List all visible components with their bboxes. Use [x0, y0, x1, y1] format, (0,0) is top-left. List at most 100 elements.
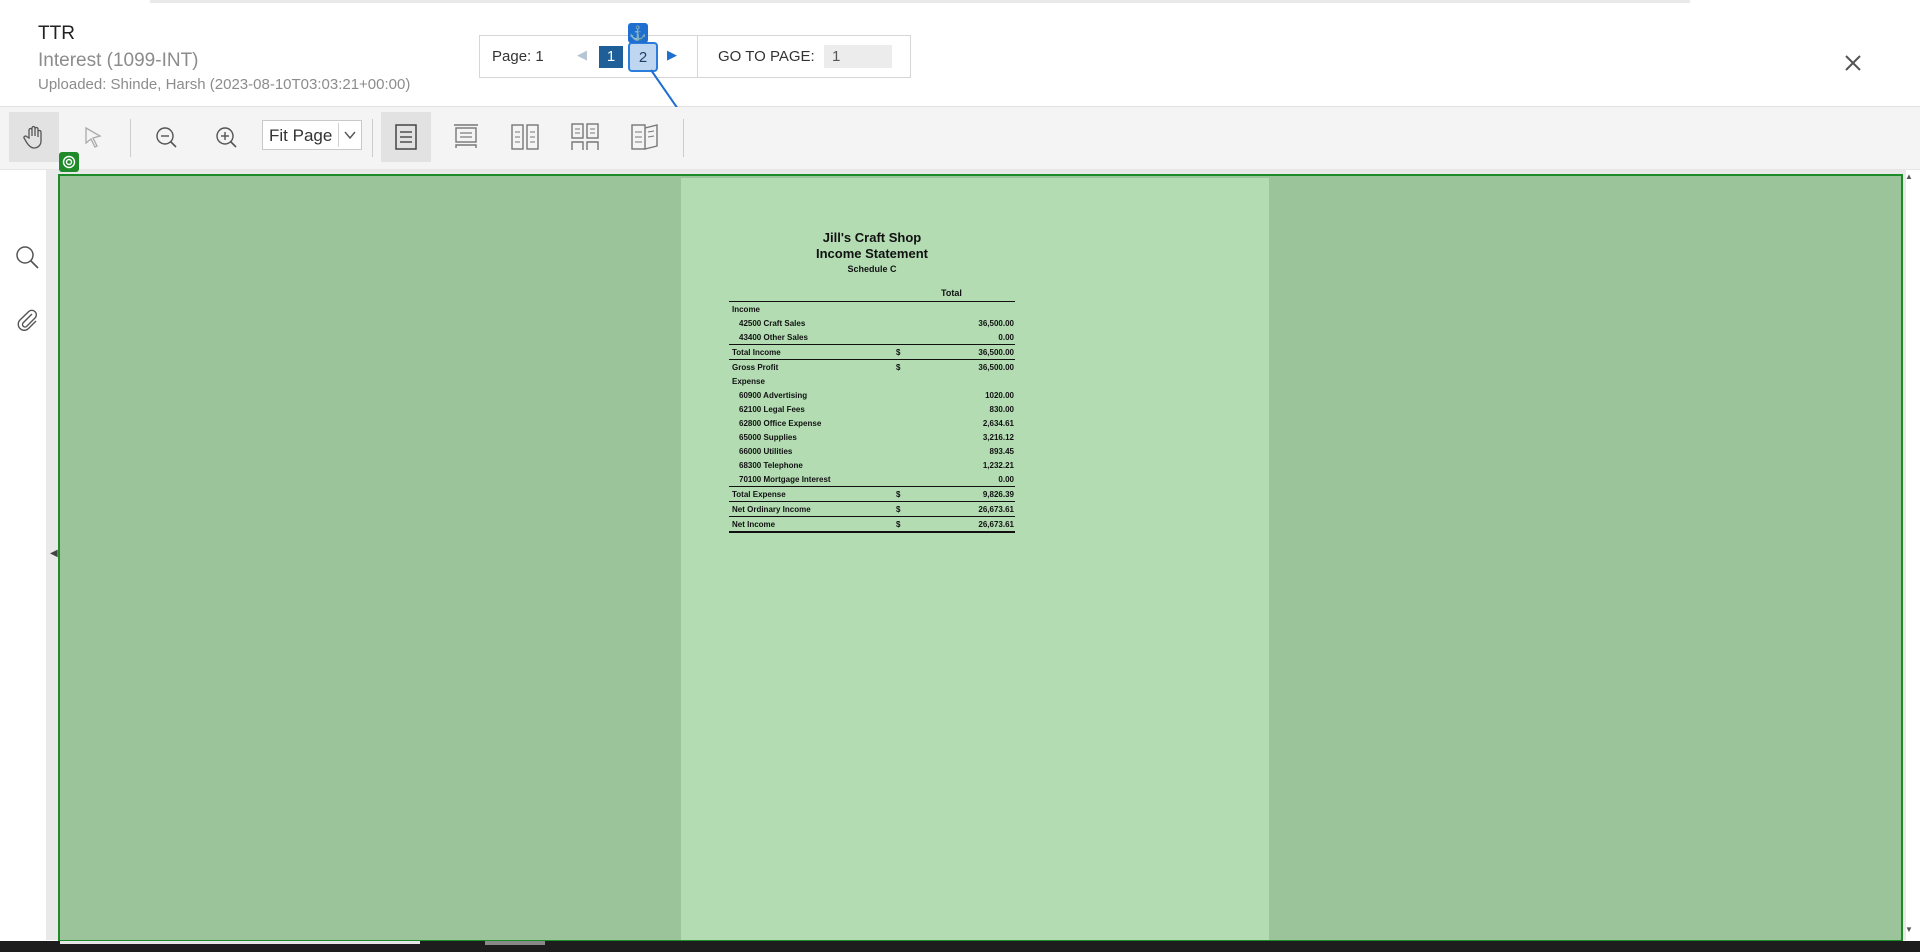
report-row: Expense [729, 374, 1015, 388]
facing-continuous-view-button[interactable] [560, 112, 610, 162]
book-view-button[interactable] [620, 112, 670, 162]
report-row-amount: 1,232.21 [982, 461, 1014, 470]
report-row-amount: 3,216.12 [982, 433, 1014, 442]
report-row-amount: 36,500.00 [978, 363, 1014, 372]
toolbar-divider [683, 119, 684, 157]
report-row-label: Gross Profit [732, 363, 779, 372]
report-row-label: 62800 Office Expense [739, 419, 822, 428]
document-title: TTR [38, 23, 75, 44]
collapse-panel-arrow-icon[interactable]: ◀ [50, 548, 58, 559]
scroll-down-arrow-icon[interactable]: ▼ [1905, 925, 1913, 934]
report-row: Net Ordinary Income $26,673.61 [729, 501, 1015, 516]
top-scrollbar-track [150, 0, 1690, 3]
report-row-label: 43400 Other Sales [739, 333, 808, 342]
region-target-icon[interactable] [59, 152, 79, 172]
zoom-out-icon [156, 127, 177, 148]
left-side-rail [0, 170, 46, 940]
report-row-label: 60900 Advertising [739, 391, 808, 400]
report-row-amount: 26,673.61 [978, 505, 1014, 514]
report-row-amount: 1020.00 [985, 391, 1014, 400]
report-row: 70100 Mortgage Interest 0.00 [729, 472, 1015, 486]
chevron-down-icon [338, 123, 361, 147]
report-row: 43400 Other Sales 0.00 [729, 330, 1015, 344]
toolbar-divider [372, 119, 373, 157]
report-row-label: 42500 Craft Sales [739, 319, 806, 328]
report-row-label: Net Ordinary Income [732, 505, 811, 514]
report-row-currency: $ [896, 520, 901, 529]
report-row-amount: 2,634.61 [982, 419, 1014, 428]
pointer-icon [85, 126, 102, 148]
report-row-amount: 9,826.39 [982, 490, 1014, 499]
continuous-page-icon [454, 124, 478, 148]
horizontal-scrollbar[interactable] [0, 941, 1920, 952]
close-button[interactable] [1838, 48, 1868, 78]
continuous-view-button[interactable] [441, 112, 491, 162]
document-subtitle: Interest (1099-INT) [38, 50, 199, 71]
report-row: 65000 Supplies 3,216.12 [729, 430, 1015, 444]
page-button-1[interactable]: 1 [599, 46, 623, 68]
pan-tool-button[interactable] [9, 112, 59, 162]
report-subtitle: Schedule C [847, 264, 897, 274]
report-row-label: 65000 Supplies [739, 433, 797, 442]
book-view-icon [631, 124, 658, 150]
viewer-toolbar: Fit Page [0, 107, 1920, 170]
zoom-in-button[interactable] [201, 112, 251, 162]
income-statement-report: Jill's Craft Shop Income Statement Sched… [729, 230, 1015, 533]
report-row-amount: 830.00 [989, 405, 1014, 414]
goto-page-input[interactable] [824, 45, 892, 68]
scroll-up-arrow-icon[interactable]: ▲ [1905, 172, 1913, 181]
report-row-label: Total Income [732, 348, 781, 357]
search-icon [16, 246, 39, 269]
close-icon [1845, 55, 1861, 71]
zoom-in-icon [216, 127, 237, 148]
report-row-label: Net Income [732, 520, 776, 529]
report-row-amount: 0.00 [998, 333, 1014, 342]
report-row-label: Expense [732, 377, 765, 386]
report-title: Income Statement [816, 246, 928, 261]
report-row: 68300 Telephone 1,232.21 [729, 458, 1015, 472]
report-row-amount: 26,673.61 [978, 520, 1014, 529]
facing-pages-icon [511, 124, 539, 150]
facing-continuous-icon [571, 123, 599, 150]
page-label: Page: 1 [492, 48, 544, 65]
report-row-amount: 893.45 [989, 447, 1014, 456]
report-row-amount: 36,500.00 [978, 319, 1014, 328]
report-row: 62800 Office Expense 2,634.61 [729, 416, 1015, 430]
report-row: Gross Profit $36,500.00 [729, 359, 1015, 374]
paperclip-icon [17, 309, 38, 331]
report-row-amount: 0.00 [998, 475, 1014, 484]
facing-view-button[interactable] [500, 112, 550, 162]
report-row: 42500 Craft Sales 36,500.00 [729, 316, 1015, 330]
page-button-2[interactable]: 2 [628, 42, 658, 72]
report-row-label: 66000 Utilities [739, 447, 793, 456]
report-row-currency: $ [896, 505, 901, 514]
anchor-icon[interactable]: ⚓ [628, 23, 648, 43]
report-row-label: Total Expense [732, 490, 786, 499]
report-row: 60900 Advertising 1020.00 [729, 388, 1015, 402]
report-row-label: 62100 Legal Fees [739, 405, 805, 414]
toolbar-divider [130, 119, 131, 157]
zoom-level-select[interactable]: Fit Page [262, 120, 362, 150]
search-button[interactable] [14, 244, 40, 270]
report-column-header: Total [729, 286, 1015, 302]
upload-info: Uploaded: Shinde, Harsh (2023-08-10T03:0… [38, 76, 411, 93]
zoom-out-button[interactable] [141, 112, 191, 162]
report-rows: Income 42500 Craft Sales 36,500.00 43400 Ot… [729, 302, 1015, 533]
scrollbar-track [60, 941, 420, 944]
report-row: Net Income $26,673.61 [729, 516, 1015, 533]
report-row: Total Expense $9,826.39 [729, 486, 1015, 501]
page-navigator: Page: 1 ◀ 1 2 ▶ GO TO PAGE: [479, 35, 911, 78]
report-row: Total Income $36,500.00 [729, 344, 1015, 359]
report-row: Income [729, 302, 1015, 316]
goto-page-label: GO TO PAGE: [718, 48, 815, 65]
single-page-view-button[interactable] [381, 112, 431, 162]
pager-divider [697, 36, 698, 77]
report-row-currency: $ [896, 490, 901, 499]
previous-page-icon[interactable]: ◀ [577, 47, 587, 63]
scrollbar-thumb[interactable] [485, 941, 545, 945]
next-page-icon[interactable]: ▶ [667, 47, 677, 63]
report-row-label: Income [732, 305, 761, 314]
attachments-button[interactable] [14, 306, 40, 332]
zoom-level-value: Fit Page [269, 126, 333, 145]
report-row: 62100 Legal Fees 830.00 [729, 402, 1015, 416]
